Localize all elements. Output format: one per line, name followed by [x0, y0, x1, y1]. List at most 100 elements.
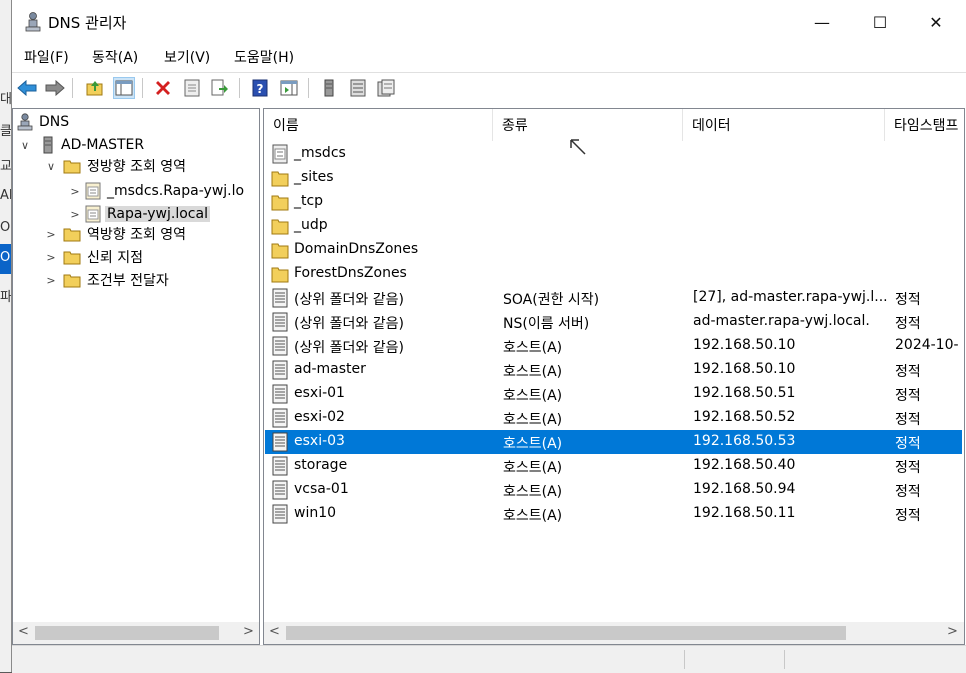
chevron-right-icon[interactable]: >: [67, 208, 83, 221]
folder-icon: [271, 195, 289, 211]
table-row[interactable]: DomainDnsZones: [265, 238, 962, 262]
table-row[interactable]: _tcp: [265, 190, 962, 214]
record-icon: [272, 408, 288, 428]
properties-button[interactable]: [181, 77, 203, 99]
table-row[interactable]: esxi-01 호스트(A) 192.168.50.51 정적: [265, 382, 962, 406]
server-button[interactable]: [318, 77, 340, 99]
forward-button[interactable]: [44, 77, 66, 99]
record-icon: [272, 456, 288, 476]
close-button[interactable]: ✕: [907, 0, 965, 44]
list-horizontal-scrollbar[interactable]: < >: [264, 622, 964, 644]
records-button[interactable]: [375, 77, 397, 99]
export-button[interactable]: [209, 77, 231, 99]
up-folder-button[interactable]: [84, 77, 106, 99]
column-header-type[interactable]: 종류: [493, 109, 683, 141]
tree-label: Rapa-ywj.local: [105, 206, 210, 222]
scroll-thumb[interactable]: [35, 626, 219, 640]
view-icon: [280, 80, 298, 96]
view-button[interactable]: [278, 77, 300, 99]
table-row[interactable]: _sites: [265, 166, 962, 190]
cell-data: 192.168.50.51: [693, 385, 796, 401]
cell-name: _msdcs: [294, 145, 346, 161]
toolbar-separator: [308, 78, 309, 98]
menu-bar: 파일(F) 동작(A) 보기(V) 도움말(H): [12, 44, 966, 70]
properties-icon: [184, 79, 200, 97]
back-button[interactable]: [16, 77, 38, 99]
tree-item-dns[interactable]: DNS: [17, 111, 71, 133]
cell-type: 호스트(A): [503, 340, 563, 356]
table-row[interactable]: ad-master 호스트(A) 192.168.50.10 정적: [265, 358, 962, 382]
tree-label: 정방향 조회 영역: [87, 159, 187, 175]
table-row[interactable]: storage 호스트(A) 192.168.50.40 정적: [265, 454, 962, 478]
record-icon: [272, 432, 288, 452]
table-row[interactable]: win10 호스트(A) 192.168.50.11 정적: [265, 502, 962, 526]
record-icon: [272, 360, 288, 380]
column-header-name[interactable]: 이름: [264, 109, 493, 141]
status-bar: [12, 645, 966, 673]
maximize-button[interactable]: ☐: [851, 0, 909, 44]
record-icon: [272, 504, 288, 524]
table-row[interactable]: esxi-03 호스트(A) 192.168.50.53 정적: [265, 430, 962, 454]
tree-item-server[interactable]: ∨ AD-MASTER: [17, 134, 146, 156]
minimize-button[interactable]: —: [793, 0, 851, 44]
scroll-right-icon[interactable]: >: [947, 624, 958, 639]
title-bar[interactable]: DNS 관리자 — ☐ ✕: [12, 0, 966, 44]
tree-item-msdcs-zone[interactable]: > _msdcs.Rapa-ywj.lo: [67, 180, 246, 202]
table-row[interactable]: esxi-02 호스트(A) 192.168.50.52 정적: [265, 406, 962, 430]
chevron-right-icon[interactable]: >: [43, 251, 59, 264]
cell-type: 호스트(A): [503, 364, 563, 380]
tree-item-trust-points[interactable]: > 신뢰 지점: [43, 246, 145, 268]
delete-button[interactable]: [152, 77, 174, 99]
cell-timestamp: 정적: [895, 388, 921, 404]
cell-name: vcsa-01: [294, 481, 349, 497]
cell-type: 호스트(A): [503, 436, 563, 452]
cell-data: 192.168.50.11: [693, 505, 796, 521]
chevron-down-icon[interactable]: ∨: [17, 139, 33, 152]
table-row[interactable]: (상위 폴더와 같음) SOA(권한 시작) [27], ad-master.rap…: [265, 286, 962, 310]
menu-view[interactable]: 보기(V): [164, 47, 210, 67]
toolbar: ?: [12, 72, 966, 103]
dns-root-icon: [17, 113, 33, 131]
menu-help[interactable]: 도움말(H): [234, 47, 294, 67]
record-icon: [272, 384, 288, 404]
scroll-left-icon[interactable]: <: [18, 624, 29, 639]
table-row[interactable]: _udp: [265, 214, 962, 238]
bg-text: O: [0, 220, 11, 235]
scroll-left-icon[interactable]: <: [269, 624, 280, 639]
delete-icon: [156, 81, 170, 95]
table-row[interactable]: ForestDnsZones: [265, 262, 962, 286]
table-row[interactable]: _msdcs: [265, 142, 962, 166]
tree-label: 조건부 전달자: [87, 273, 169, 289]
folder-icon: [271, 219, 289, 235]
tree-item-conditional-forwarders[interactable]: > 조건부 전달자: [43, 269, 171, 291]
folder-icon: [63, 274, 81, 288]
list-button[interactable]: [347, 77, 369, 99]
table-row[interactable]: (상위 폴더와 같음) 호스트(A) 192.168.50.10 2024-10-: [265, 334, 962, 358]
server-icon: [43, 136, 53, 154]
tree-item-rapa-zone[interactable]: > Rapa-ywj.local: [67, 203, 210, 225]
cell-timestamp: 정적: [895, 484, 921, 500]
cell-type: 호스트(A): [503, 484, 563, 500]
table-row[interactable]: vcsa-01 호스트(A) 192.168.50.94 정적: [265, 478, 962, 502]
chevron-right-icon[interactable]: >: [43, 228, 59, 241]
tree-item-forward-zones[interactable]: ∨ 정방향 조회 영역: [43, 155, 188, 177]
tree-label: _msdcs.Rapa-ywj.lo: [107, 183, 245, 199]
dns-app-icon: [25, 12, 41, 32]
chevron-down-icon[interactable]: ∨: [43, 160, 59, 173]
column-header-data[interactable]: 데이터: [683, 109, 885, 141]
cell-data: 192.168.50.53: [693, 433, 796, 449]
column-header-timestamp[interactable]: 타임스탬프: [885, 109, 964, 141]
table-row[interactable]: (상위 폴더와 같음) NS(이름 서버) ad-master.rapa-ywj.l…: [265, 310, 962, 334]
menu-action[interactable]: 동작(A): [92, 47, 138, 67]
folder-icon: [63, 228, 81, 242]
chevron-right-icon[interactable]: >: [67, 185, 83, 198]
scroll-thumb[interactable]: [286, 626, 846, 640]
tree-horizontal-scrollbar[interactable]: < >: [13, 622, 259, 644]
show-tree-button[interactable]: [113, 77, 135, 99]
chevron-right-icon[interactable]: >: [43, 274, 59, 287]
dns-manager-window: DNS 관리자 — ☐ ✕ 파일(F) 동작(A) 보기(V) 도움말(H) ?…: [11, 0, 966, 673]
menu-file[interactable]: 파일(F): [24, 47, 69, 67]
help-button[interactable]: ?: [249, 77, 271, 99]
tree-item-reverse-zones[interactable]: > 역방향 조회 영역: [43, 223, 188, 245]
scroll-right-icon[interactable]: >: [243, 624, 254, 639]
